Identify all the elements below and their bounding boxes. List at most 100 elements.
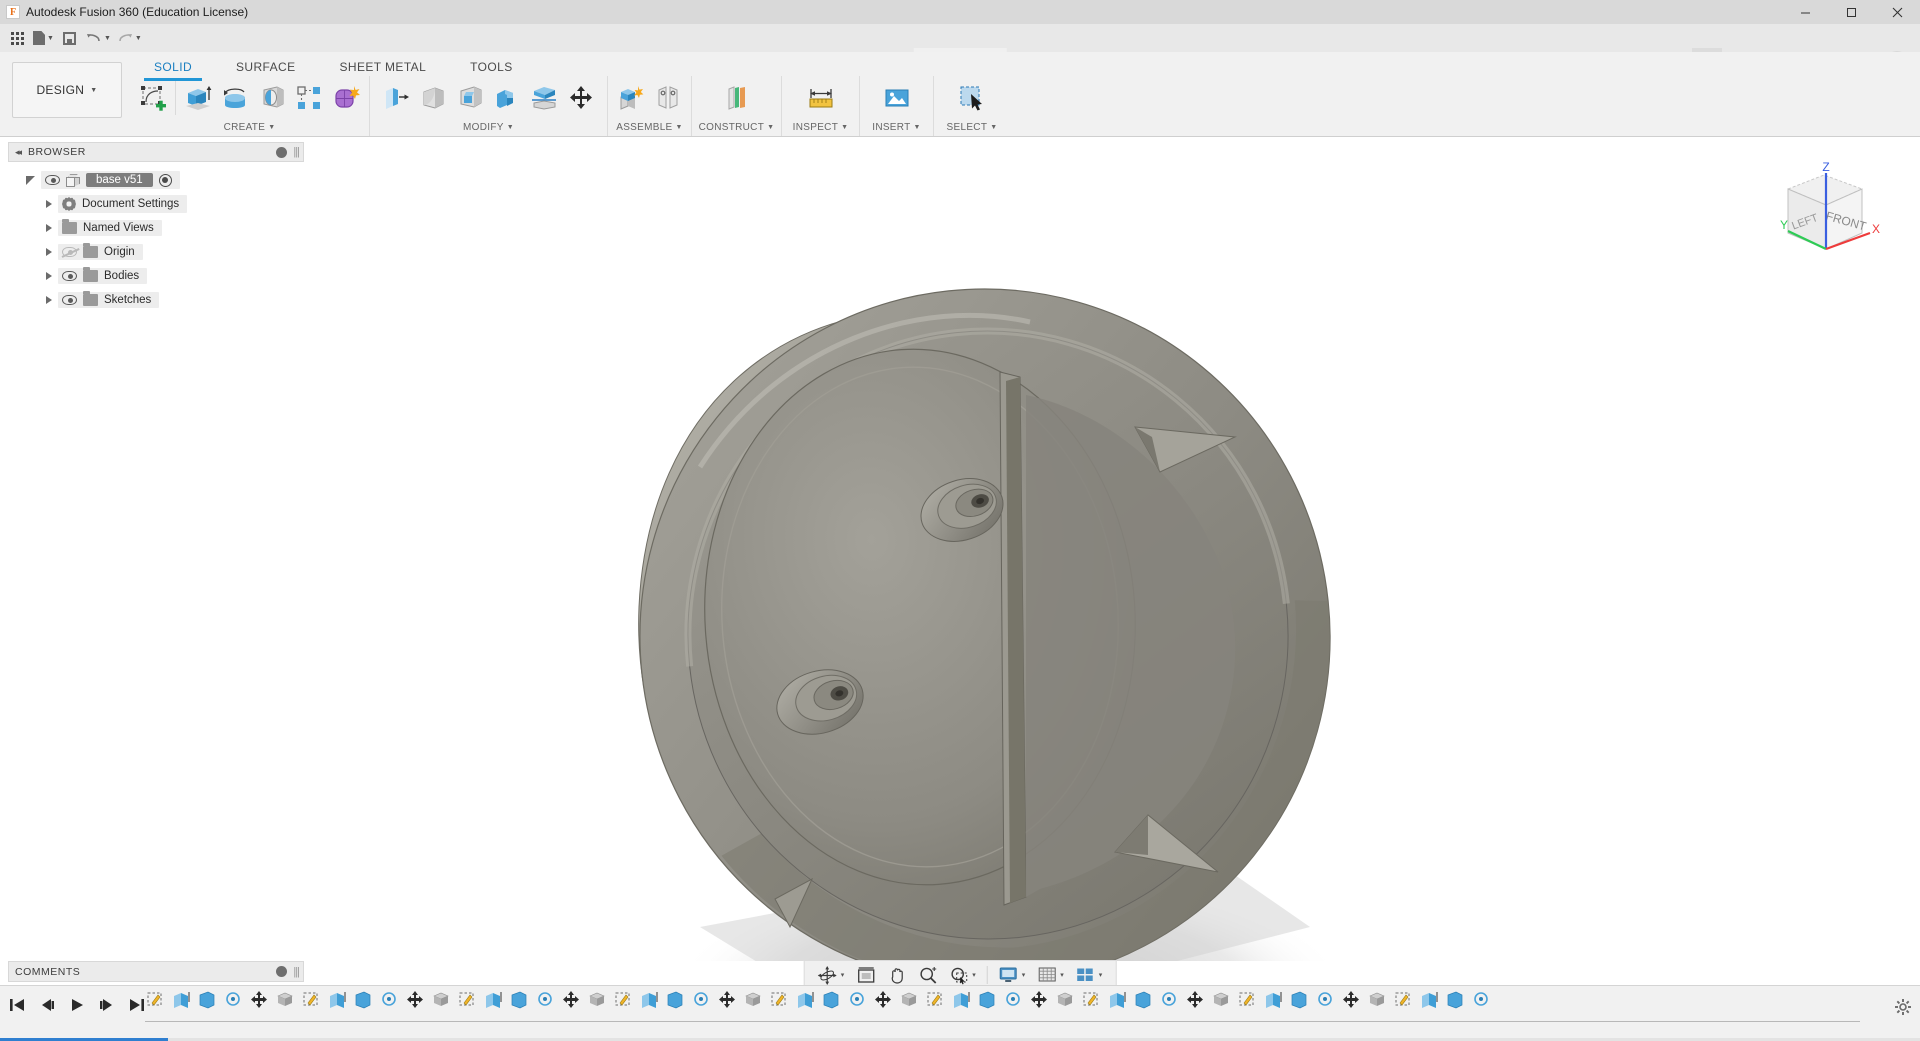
comments-panel[interactable]: COMMENTS ||| <box>8 961 304 982</box>
collapse-icon[interactable]: ◂◂ <box>15 147 22 158</box>
timeline-feature-node[interactable] <box>301 990 323 1012</box>
expand-arrow-icon[interactable] <box>46 272 52 280</box>
visibility-eye-icon[interactable] <box>45 175 60 185</box>
step-forward-button[interactable] <box>96 994 118 1016</box>
new-document-button[interactable]: ▼ <box>30 25 57 51</box>
app-grid-button[interactable] <box>4 25 30 51</box>
timeline-feature-node[interactable] <box>1159 990 1181 1012</box>
timeline-feature-node[interactable] <box>405 990 427 1012</box>
tree-item-base-v51[interactable]: base v51 <box>8 168 304 192</box>
timeline-feature-node[interactable] <box>821 990 843 1012</box>
timeline-feature-node[interactable] <box>197 990 219 1012</box>
ribbon-group-label-modify[interactable]: MODIFY ▼ <box>463 119 514 135</box>
timeline-feature-node[interactable] <box>691 990 713 1012</box>
timeline-feature-node[interactable] <box>353 990 375 1012</box>
comments-grip-icon[interactable]: ||| <box>293 966 300 978</box>
timeline-feature-node[interactable] <box>457 990 479 1012</box>
timeline-feature-node[interactable] <box>717 990 739 1012</box>
timeline-feature-node[interactable] <box>483 990 505 1012</box>
insert-mcmaster-button[interactable] <box>879 78 915 118</box>
timeline-feature-node[interactable] <box>1393 990 1415 1012</box>
tree-item-origin[interactable]: Origin <box>8 240 304 264</box>
timeline-feature-node[interactable] <box>951 990 973 1012</box>
timeline-feature-node[interactable] <box>223 990 245 1012</box>
timeline-feature-node[interactable] <box>249 990 271 1012</box>
new-component-button[interactable] <box>613 78 649 118</box>
timeline-feature-node[interactable] <box>1107 990 1129 1012</box>
ribbon-group-label-select[interactable]: SELECT ▼ <box>947 119 998 135</box>
timeline-feature-node[interactable] <box>977 990 999 1012</box>
timeline-feature-node[interactable] <box>509 990 531 1012</box>
go-to-beginning-button[interactable] <box>6 994 28 1016</box>
expand-arrow-icon[interactable] <box>46 248 52 256</box>
ribbon-group-label-insert[interactable]: INSERT ▼ <box>872 119 921 135</box>
timeline-feature-node[interactable] <box>1367 990 1389 1012</box>
timeline-feature-node[interactable] <box>1029 990 1051 1012</box>
timeline-feature-node[interactable] <box>327 990 349 1012</box>
timeline-feature-node[interactable] <box>1471 990 1493 1012</box>
split-body-button[interactable] <box>526 78 562 118</box>
revolve-button[interactable] <box>217 78 253 118</box>
timeline-feature-node[interactable] <box>1263 990 1285 1012</box>
timeline-feature-node[interactable] <box>535 990 557 1012</box>
select-button[interactable] <box>954 78 990 118</box>
play-button[interactable] <box>66 994 88 1016</box>
measure-button[interactable] <box>803 78 839 118</box>
timeline-feature-node[interactable] <box>1055 990 1077 1012</box>
timeline-feature-node[interactable] <box>1185 990 1207 1012</box>
tree-item-sketches[interactable]: Sketches <box>8 288 304 312</box>
redo-button[interactable]: ▼ <box>114 25 145 51</box>
expand-arrow-icon[interactable] <box>26 175 35 185</box>
timeline-feature-node[interactable] <box>665 990 687 1012</box>
press-pull-button[interactable] <box>378 78 414 118</box>
move-copy-button[interactable] <box>563 78 599 118</box>
timeline-feature-node[interactable] <box>1445 990 1467 1012</box>
visibility-eye-icon[interactable] <box>62 271 77 281</box>
visibility-eye-icon[interactable] <box>62 295 77 305</box>
shell-button[interactable] <box>452 78 488 118</box>
timeline-feature-node[interactable] <box>431 990 453 1012</box>
timeline-feature-node[interactable] <box>639 990 661 1012</box>
expand-arrow-icon[interactable] <box>46 200 52 208</box>
browser-close-icon[interactable] <box>276 146 288 158</box>
timeline-feature-node[interactable] <box>847 990 869 1012</box>
extrude-button[interactable] <box>180 78 216 118</box>
timeline-feature-node[interactable] <box>1003 990 1025 1012</box>
timeline-feature-node[interactable] <box>1133 990 1155 1012</box>
minimize-button[interactable] <box>1782 0 1828 24</box>
expand-arrow-icon[interactable] <box>46 296 52 304</box>
ribbon-group-label-construct[interactable]: CONSTRUCT ▼ <box>699 119 775 135</box>
timeline-track[interactable] <box>145 990 1860 1030</box>
combine-button[interactable] <box>489 78 525 118</box>
timeline-feature-node[interactable] <box>743 990 765 1012</box>
timeline-feature-node[interactable] <box>925 990 947 1012</box>
activate-component-icon[interactable] <box>158 173 172 187</box>
timeline-feature-node[interactable] <box>145 990 167 1012</box>
create-sketch-button[interactable] <box>135 78 171 118</box>
timeline-feature-node[interactable] <box>1419 990 1441 1012</box>
undo-button[interactable]: ▼ <box>83 25 114 51</box>
ribbon-group-label-create[interactable]: CREATE ▼ <box>224 119 276 135</box>
pattern-button[interactable] <box>291 78 327 118</box>
timeline-feature-node[interactable] <box>379 990 401 1012</box>
timeline-feature-node[interactable] <box>275 990 297 1012</box>
workspace-selector[interactable]: DESIGN ▼ <box>12 62 122 118</box>
timeline-feature-node[interactable] <box>873 990 895 1012</box>
maximize-button[interactable] <box>1828 0 1874 24</box>
timeline-feature-node[interactable] <box>587 990 609 1012</box>
timeline-feature-node[interactable] <box>1289 990 1311 1012</box>
timeline-feature-node[interactable] <box>171 990 193 1012</box>
ribbon-group-label-inspect[interactable]: INSPECT ▼ <box>793 119 849 135</box>
view-cube[interactable]: LEFT FRONT Z Y X <box>1766 160 1882 271</box>
close-button[interactable] <box>1874 0 1920 24</box>
fillet-button[interactable] <box>415 78 451 118</box>
timeline-feature-node[interactable] <box>1081 990 1103 1012</box>
timeline-feature-node[interactable] <box>899 990 921 1012</box>
timeline-feature-node[interactable] <box>795 990 817 1012</box>
offset-plane-button[interactable] <box>719 78 755 118</box>
browser-grip-icon[interactable]: ||| <box>293 146 300 158</box>
timeline-feature-node[interactable] <box>1211 990 1233 1012</box>
timeline-settings-button[interactable] <box>1894 998 1912 1021</box>
timeline-feature-node[interactable] <box>613 990 635 1012</box>
comments-close-icon[interactable] <box>276 966 288 977</box>
